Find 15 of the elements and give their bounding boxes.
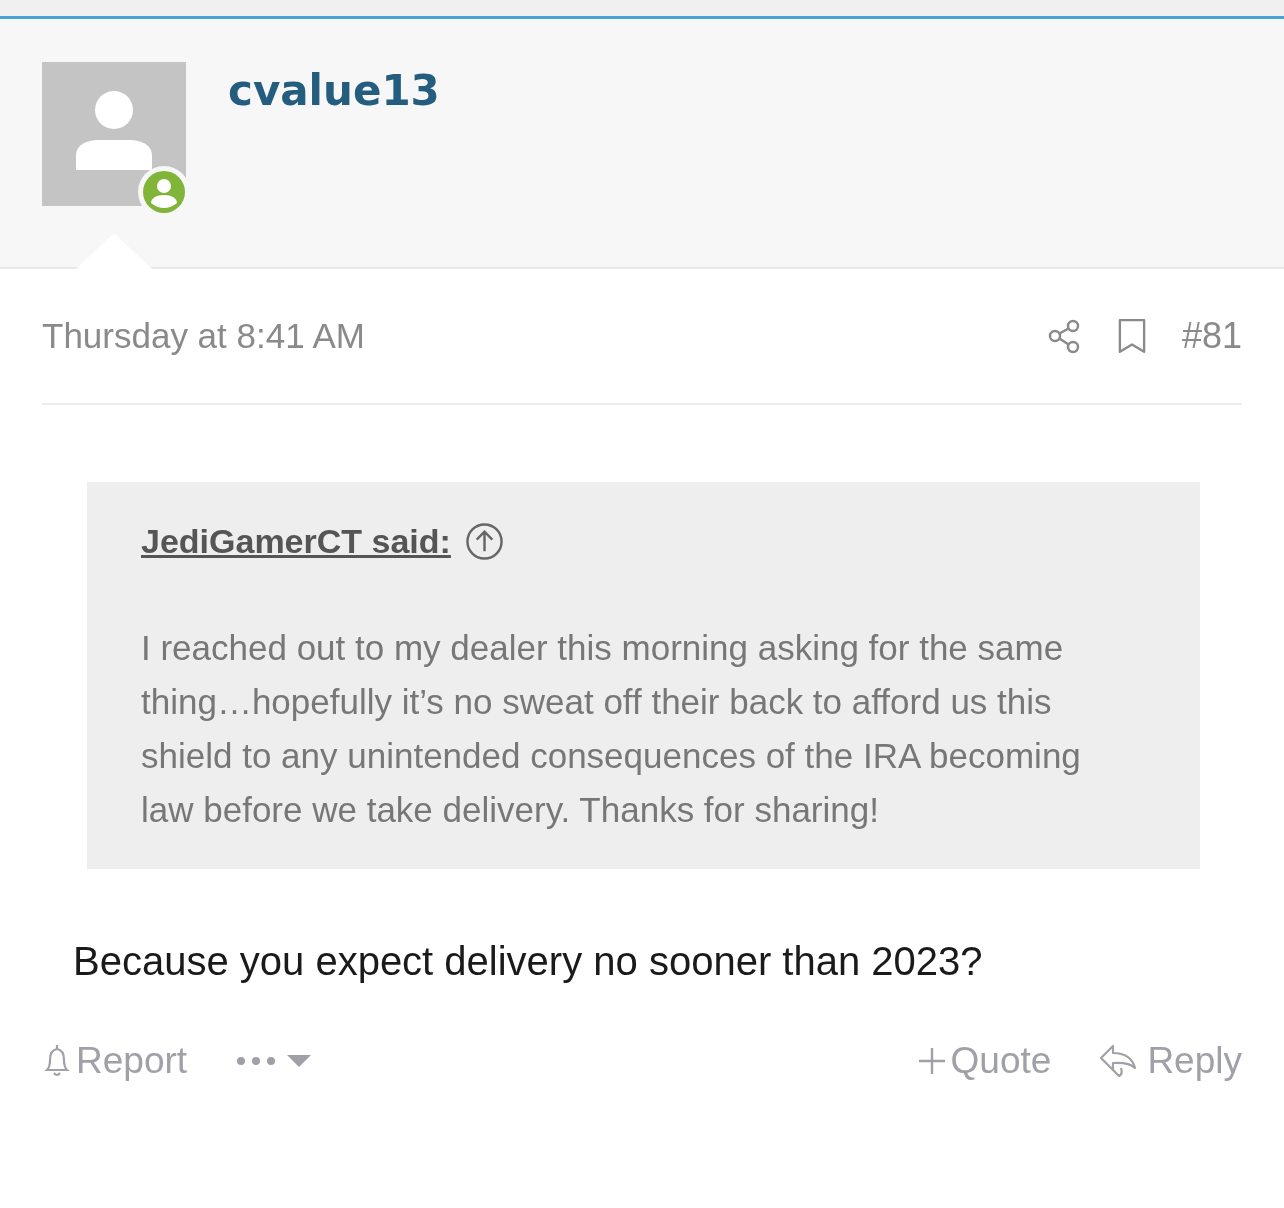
post-number[interactable]: #81 (1181, 315, 1242, 357)
report-link[interactable]: Report (42, 1040, 188, 1082)
avatar[interactable] (42, 62, 186, 206)
username[interactable]: cvalue13 (228, 66, 440, 115)
quote-text: I reached out to my dealer this morning asking for the same thing…hopefully it’s no sweat off their back to afford us this shield to any unintended consequences of the IRA becoming law before we take delivery. Thanks for sharing! (141, 627, 1082, 831)
bookmark-icon[interactable] (1117, 318, 1146, 354)
post-text: Because you expect delivery no sooner than 2023? (73, 939, 984, 984)
arrow-up-icon[interactable] (464, 522, 504, 561)
plus-icon (916, 1046, 947, 1076)
person-icon (74, 90, 154, 170)
quote-button[interactable]: Quote (916, 1040, 1052, 1082)
reply-button[interactable]: Reply (1099, 1040, 1242, 1082)
post-time[interactable]: Thursday at 8:41 AM (42, 316, 365, 356)
quote-author-link[interactable]: JediGamerCT said: (141, 522, 451, 561)
share-icon[interactable] (1047, 318, 1082, 354)
